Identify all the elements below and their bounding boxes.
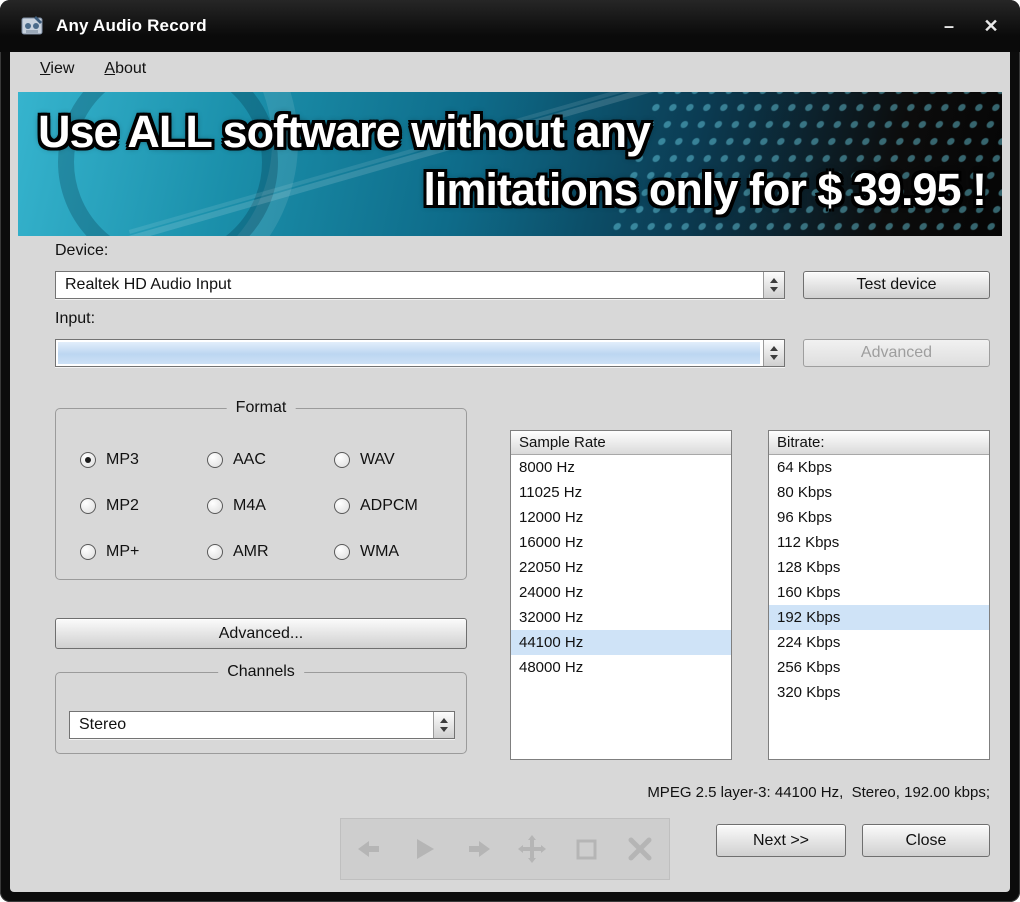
radio-amr-control: [207, 544, 223, 560]
minimize-button[interactable]: –: [938, 16, 960, 37]
sample-rate-item[interactable]: 8000 Hz: [511, 455, 731, 480]
banner-text-line2: limitations only for $ 39.95 !: [423, 164, 986, 216]
banner-text-line1: Use ALL software without any: [38, 106, 650, 158]
title-bar: Any Audio Record – ✕: [0, 0, 1020, 52]
radio-m4a-label: M4A: [233, 497, 266, 515]
bitrate-item[interactable]: 256 Kbps: [769, 655, 989, 680]
radio-wav[interactable]: WAV: [334, 445, 461, 474]
sample-rate-item[interactable]: 11025 Hz: [511, 480, 731, 505]
watermark-toolbar: [340, 818, 670, 880]
radio-mp3[interactable]: MP3: [80, 445, 207, 474]
forward-arrow-icon: [461, 832, 495, 866]
radio-adpcm-control: [334, 498, 350, 514]
radio-mp2[interactable]: MP2: [80, 491, 207, 520]
radio-m4a[interactable]: M4A: [207, 491, 334, 520]
input-combobox-highlight: [58, 342, 760, 364]
next-button[interactable]: Next >>: [716, 824, 846, 857]
channels-combobox-value: Stereo: [70, 712, 433, 738]
app-window: Any Audio Record – ✕ View About Use ALL …: [0, 0, 1020, 902]
promo-banner[interactable]: Use ALL software without any limitations…: [18, 92, 1002, 236]
bitrate-item[interactable]: 80 Kbps: [769, 480, 989, 505]
radio-wav-label: WAV: [360, 451, 395, 469]
app-icon: [20, 14, 44, 38]
menu-about[interactable]: About: [92, 56, 158, 82]
channels-groupbox: Channels Stereo: [55, 672, 467, 754]
sample-rate-header: Sample Rate: [511, 431, 731, 455]
channels-group-title: Channels: [218, 663, 304, 681]
bitrate-item[interactable]: 96 Kbps: [769, 505, 989, 530]
spin-down-icon: [440, 727, 448, 732]
bitrate-item[interactable]: 320 Kbps: [769, 680, 989, 705]
radio-mp2-label: MP2: [106, 497, 139, 515]
sample-rate-item[interactable]: 12000 Hz: [511, 505, 731, 530]
radio-mpplus[interactable]: MP+: [80, 537, 207, 566]
radio-wav-control: [334, 452, 350, 468]
sample-rate-listbox[interactable]: Sample Rate 8000 Hz 11025 Hz 12000 Hz 16…: [510, 430, 732, 760]
advanced-dialog-button[interactable]: Advanced...: [55, 618, 467, 649]
radio-mp3-label: MP3: [106, 451, 139, 469]
radio-mp3-control: [80, 452, 96, 468]
format-groupbox: Format MP3 AAC WAV MP2: [55, 408, 467, 580]
status-summary: MPEG 2.5 layer-3: 44100 Hz, Stereo, 192.…: [647, 784, 990, 801]
restore-window-icon: [569, 832, 603, 866]
close-x-icon: [623, 832, 657, 866]
radio-aac[interactable]: AAC: [207, 445, 334, 474]
advanced-input-button: Advanced: [803, 339, 990, 367]
radio-adpcm-label: ADPCM: [360, 497, 418, 515]
bitrate-item[interactable]: 128 Kbps: [769, 555, 989, 580]
format-options: MP3 AAC WAV MP2 M4A: [80, 445, 456, 566]
channels-combobox-spinner[interactable]: [433, 712, 454, 738]
radio-wma-control: [334, 544, 350, 560]
sample-rate-item[interactable]: 24000 Hz: [511, 580, 731, 605]
radio-mp2-control: [80, 498, 96, 514]
move-icon: [515, 832, 549, 866]
test-device-button[interactable]: Test device: [803, 271, 990, 299]
radio-adpcm[interactable]: ADPCM: [334, 491, 461, 520]
bitrate-header: Bitrate:: [769, 431, 989, 455]
bitrate-item[interactable]: 160 Kbps: [769, 580, 989, 605]
spin-up-icon: [440, 718, 448, 723]
radio-wma[interactable]: WMA: [334, 537, 461, 566]
device-combobox-spinner[interactable]: [763, 272, 784, 298]
device-combobox-value: Realtek HD Audio Input: [56, 272, 763, 298]
radio-amr[interactable]: AMR: [207, 537, 334, 566]
radio-aac-label: AAC: [233, 451, 266, 469]
device-label: Device:: [55, 242, 108, 260]
bitrate-item[interactable]: 112 Kbps: [769, 530, 989, 555]
channels-combobox[interactable]: Stereo: [69, 711, 455, 739]
input-label: Input:: [55, 310, 95, 328]
input-combobox[interactable]: [55, 339, 785, 367]
device-combobox[interactable]: Realtek HD Audio Input: [55, 271, 785, 299]
menu-view[interactable]: View: [28, 56, 86, 82]
close-button[interactable]: Close: [862, 824, 990, 857]
radio-wma-label: WMA: [360, 543, 399, 561]
spin-down-icon: [770, 355, 778, 360]
bitrate-item[interactable]: 224 Kbps: [769, 630, 989, 655]
window-title: Any Audio Record: [56, 16, 207, 36]
bitrate-listbox[interactable]: Bitrate: 64 Kbps 80 Kbps 96 Kbps 112 Kbp…: [768, 430, 990, 760]
close-window-button[interactable]: ✕: [980, 16, 1002, 37]
spin-up-icon: [770, 278, 778, 283]
menu-bar: View About: [10, 52, 1010, 86]
sample-rate-item[interactable]: 16000 Hz: [511, 530, 731, 555]
back-arrow-icon: [353, 832, 387, 866]
sample-rate-item[interactable]: 32000 Hz: [511, 605, 731, 630]
radio-mpplus-control: [80, 544, 96, 560]
radio-aac-control: [207, 452, 223, 468]
spin-up-icon: [770, 346, 778, 351]
sample-rate-item-selected[interactable]: 44100 Hz: [511, 630, 731, 655]
sample-rate-item[interactable]: 48000 Hz: [511, 655, 731, 680]
radio-m4a-control: [207, 498, 223, 514]
radio-mpplus-label: MP+: [106, 543, 139, 561]
spin-down-icon: [770, 287, 778, 292]
bitrate-item-selected[interactable]: 192 Kbps: [769, 605, 989, 630]
play-icon: [407, 832, 441, 866]
bitrate-item[interactable]: 64 Kbps: [769, 455, 989, 480]
format-group-title: Format: [227, 399, 296, 417]
sample-rate-item[interactable]: 22050 Hz: [511, 555, 731, 580]
radio-amr-label: AMR: [233, 543, 269, 561]
window-body: View About Use ALL software without any …: [10, 52, 1010, 892]
input-combobox-spinner[interactable]: [763, 340, 784, 366]
